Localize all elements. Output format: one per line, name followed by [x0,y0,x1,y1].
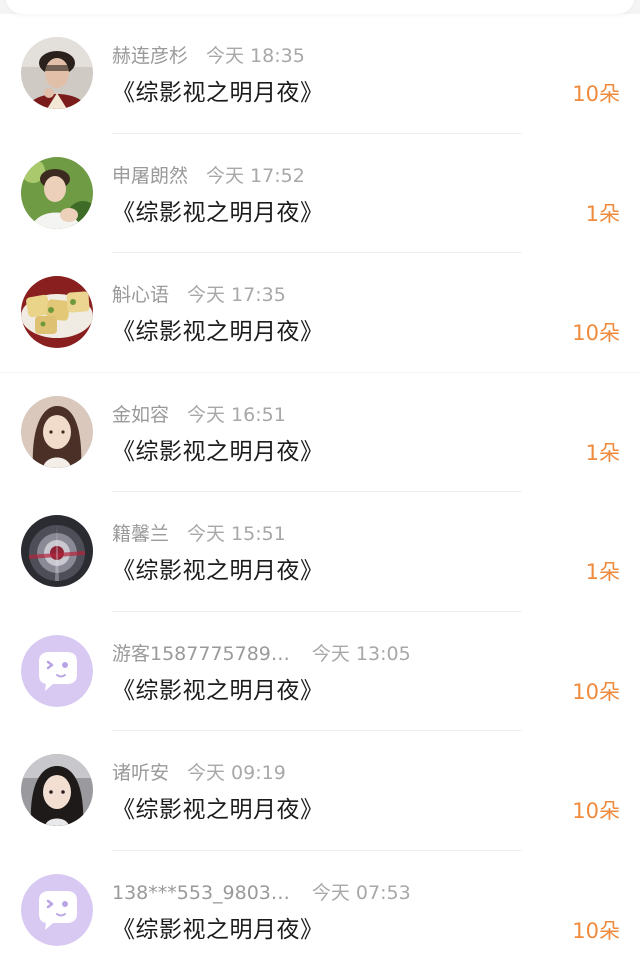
timestamp: 今天 17:52 [206,164,305,187]
avatar[interactable] [21,515,93,587]
list-item[interactable]: 金如容 今天 16:51 《综影视之明月夜》 1朵 [0,373,640,492]
list-item[interactable]: 斛心语 今天 17:35 《综影视之明月夜》 10朵 [0,253,640,373]
gift-count: 1朵 [585,440,620,465]
user-name[interactable]: 籍馨兰 [112,523,169,545]
user-name[interactable]: 斛心语 [112,284,169,306]
row-meta: 斛心语 今天 17:35 [112,280,286,310]
row-meta: 138***553_9803… 今天 07:53 [112,878,411,908]
gift-count: 10朵 [572,679,620,704]
row-meta: 诸听安 今天 09:19 [112,758,286,788]
row-meta: 籍馨兰 今天 15:51 [112,519,286,549]
gift-count: 1朵 [585,201,620,226]
gift-count: 10朵 [572,918,620,943]
book-title[interactable]: 《综影视之明月夜》 [112,913,324,947]
avatar[interactable] [21,873,93,946]
row-meta: 申屠朗然 今天 17:52 [112,161,305,191]
chat-bubble-icon [21,634,93,707]
timestamp: 今天 13:05 [311,642,411,665]
user-photo-icon [21,156,93,229]
top-card-edge [6,0,634,14]
avatar[interactable] [21,156,93,229]
book-title[interactable]: 《综影视之明月夜》 [112,674,324,708]
book-title[interactable]: 《综影视之明月夜》 [112,196,324,230]
timestamp: 今天 16:51 [187,403,286,426]
abstract-photo-icon [21,515,93,587]
user-name[interactable]: 诸听安 [112,762,169,784]
user-photo-icon [21,37,93,109]
list-item[interactable]: 赫连彦杉 今天 18:35 《综影视之明月夜》 10朵 [0,14,640,134]
avatar[interactable] [21,37,93,109]
row-meta: 赫连彦杉 今天 18:35 [112,41,305,71]
user-photo-icon [21,754,93,826]
user-name[interactable]: 游客1587775789… [112,643,290,665]
avatar[interactable] [21,395,93,468]
gift-count: 10朵 [572,321,620,345]
gift-count: 10朵 [572,799,620,823]
timestamp: 今天 15:51 [187,523,286,545]
timestamp: 今天 18:35 [206,45,305,67]
list-item[interactable]: 申屠朗然 今天 17:52 《综影视之明月夜》 1朵 [0,134,640,253]
book-title[interactable]: 《综影视之明月夜》 [112,315,324,349]
timestamp: 今天 17:35 [187,284,286,306]
avatar[interactable] [21,634,93,707]
gift-count: 1朵 [585,560,620,584]
gift-record-screen: 赫连彦杉 今天 18:35 《综影视之明月夜》 10朵 申屠朗然 今天 17:5… [0,0,640,964]
timestamp: 今天 09:19 [187,762,286,784]
avatar[interactable] [21,754,93,826]
book-title[interactable]: 《综影视之明月夜》 [112,435,324,469]
user-photo-icon [21,395,93,468]
list-item[interactable]: 138***553_9803… 今天 07:53 《综影视之明月夜》 10朵 [0,851,640,964]
row-meta: 游客1587775789… 今天 13:05 [112,639,411,669]
food-photo-icon [21,276,93,348]
book-title[interactable]: 《综影视之明月夜》 [112,793,324,827]
book-title[interactable]: 《综影视之明月夜》 [112,554,324,588]
user-name[interactable]: 金如容 [112,404,169,426]
timestamp: 今天 07:53 [311,881,411,904]
gift-count: 10朵 [572,82,620,106]
user-name[interactable]: 138***553_9803… [112,882,290,904]
book-title[interactable]: 《综影视之明月夜》 [112,76,324,110]
list-item[interactable]: 籍馨兰 今天 15:51 《综影视之明月夜》 1朵 [0,492,640,612]
gift-record-list[interactable]: 赫连彦杉 今天 18:35 《综影视之明月夜》 10朵 申屠朗然 今天 17:5… [0,14,640,964]
avatar[interactable] [21,276,93,348]
user-name[interactable]: 申屠朗然 [112,165,188,187]
user-name[interactable]: 赫连彦杉 [112,45,188,67]
row-meta: 金如容 今天 16:51 [112,400,286,430]
chat-bubble-icon [21,873,93,946]
list-item[interactable]: 诸听安 今天 09:19 《综影视之明月夜》 10朵 [0,731,640,851]
list-item[interactable]: 游客1587775789… 今天 13:05 《综影视之明月夜》 10朵 [0,612,640,731]
